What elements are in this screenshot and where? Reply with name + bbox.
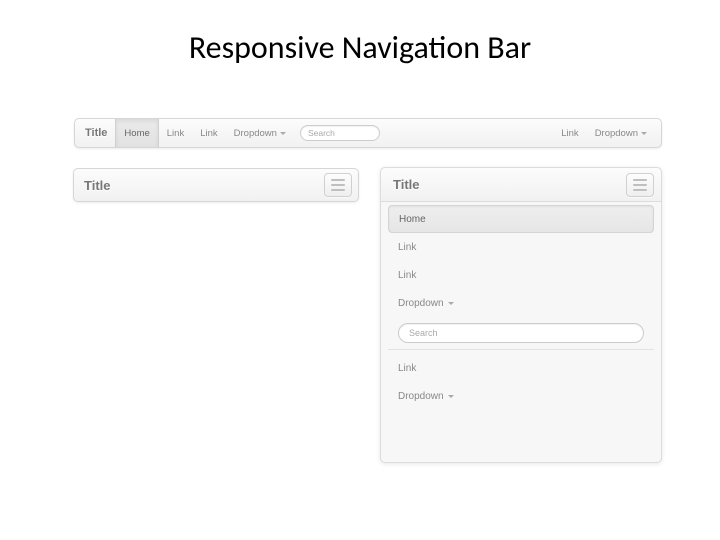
menu-item-label: Home [399,214,426,225]
navbar-desktop: Title Home Link Link Dropdown Search Lin… [74,118,662,148]
navbar-brand[interactable]: Title [84,178,111,193]
menu-item-link-2[interactable]: Link [388,261,654,289]
menu-item-label: Link [398,242,416,253]
menu-item-label: Dropdown [398,391,444,402]
menu-item-dropdown-top[interactable]: Dropdown [388,289,654,317]
menu-item-label: Dropdown [398,298,444,309]
nav-item-link-2[interactable]: Link [192,119,225,147]
caret-down-icon [448,395,454,398]
nav-item-label: Home [124,128,149,139]
navbar-expanded-list: Home Link Link Dropdown Search Link Drop… [381,202,661,413]
nav-item-link-right[interactable]: Link [553,119,586,147]
hamburger-bar-icon [331,184,345,186]
hamburger-bar-icon [633,179,647,181]
hamburger-bar-icon [331,189,345,191]
nav-item-label: Link [167,128,184,139]
navbar-collapsed: Title [73,168,359,202]
caret-down-icon [280,132,286,135]
menu-divider [388,349,654,350]
search-placeholder: Search [308,128,335,138]
hamburger-bar-icon [633,184,647,186]
nav-item-label: Link [200,128,217,139]
nav-item-label: Link [561,128,578,139]
nav-item-dropdown-left[interactable]: Dropdown [226,119,294,147]
nav-item-label: Dropdown [595,128,638,139]
hamburger-bar-icon [633,189,647,191]
menu-item-home[interactable]: Home [388,205,654,233]
menu-toggle-button[interactable] [324,173,352,197]
menu-item-link-bottom[interactable]: Link [388,354,654,382]
menu-toggle-button[interactable] [626,173,654,197]
nav-item-dropdown-right[interactable]: Dropdown [587,119,655,147]
menu-item-dropdown-bottom[interactable]: Dropdown [388,382,654,410]
menu-item-link-1[interactable]: Link [388,233,654,261]
search-placeholder: Search [409,328,438,338]
nav-item-home[interactable]: Home [115,119,158,147]
navbar-brand[interactable]: Title [393,177,420,192]
navbar-expanded-topbar: Title [381,168,661,202]
nav-item-label: Dropdown [234,128,277,139]
navbar-expanded-panel: Title Home Link Link Dropdown Search Lin… [380,167,662,463]
slide-title: Responsive Navigation Bar [0,28,720,67]
menu-item-label: Link [398,363,416,374]
menu-item-label: Link [398,270,416,281]
nav-item-link-1[interactable]: Link [159,119,192,147]
navbar-search-input[interactable]: Search [300,125,380,141]
expanded-search-input[interactable]: Search [398,323,644,343]
caret-down-icon [448,302,454,305]
hamburger-bar-icon [331,179,345,181]
navbar-brand[interactable]: Title [81,127,115,139]
caret-down-icon [641,132,647,135]
